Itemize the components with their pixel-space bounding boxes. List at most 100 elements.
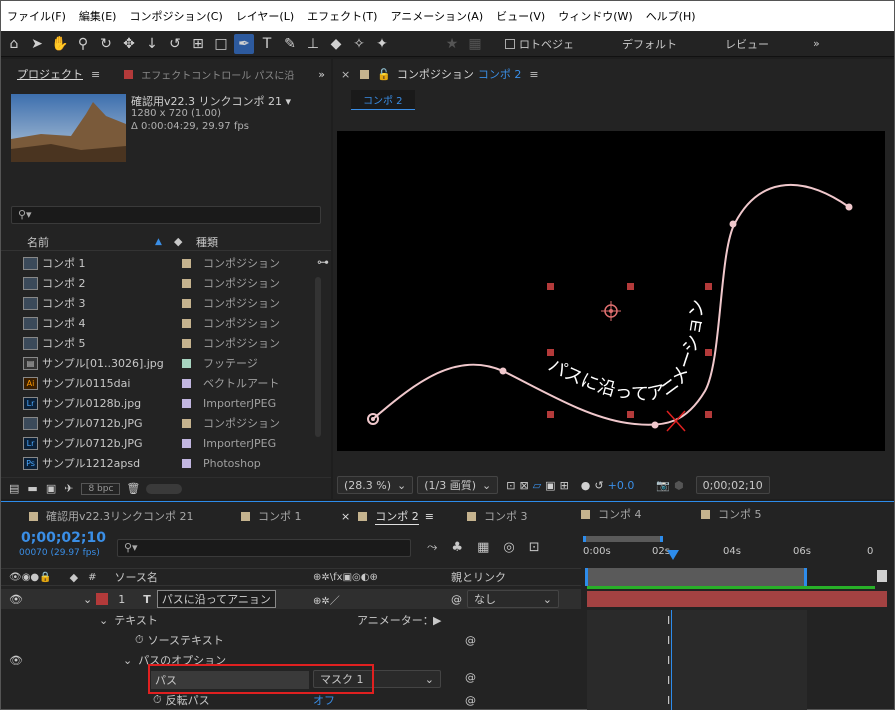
label-color[interactable] [182,338,191,348]
shape-tool-icon[interactable]: □ [211,34,231,54]
timeline-search-input[interactable]: ⚲▾ [117,539,411,557]
tab-effect-controls[interactable]: エフェクトコントロール パスに沿 [141,67,294,82]
project-item[interactable]: コンポ 4 コンポジション [1,313,311,333]
lock-icon[interactable]: 🔓 [377,68,391,81]
timeline-tab[interactable]: コンポ 3 [467,508,528,524]
stopwatch-icon[interactable]: ⏱ [135,633,144,647]
prop-reverse-path[interactable]: ⏱ 反転パス オフ @ [1,690,581,710]
new-comp-icon[interactable]: ▣ [46,482,56,495]
label-tag-icon[interactable]: ◆ [174,235,182,248]
close-icon[interactable]: × [341,510,350,523]
label-color[interactable] [182,418,191,428]
label-color[interactable] [182,318,191,328]
hand-tool-icon[interactable]: ✋ [50,34,70,54]
menu-animation[interactable]: アニメーション(A) [390,8,483,24]
comp-viewer[interactable]: パスに沿ってアニメーション [337,131,885,451]
panel-menu-icon[interactable]: ≡ [425,510,434,523]
region-of-interest-icon[interactable]: ▣ [545,479,555,492]
playhead-icon[interactable] [667,550,679,560]
menu-file[interactable]: ファイル(F) [7,8,66,24]
animator-add-icon[interactable]: ▶ [433,614,441,627]
tab-project[interactable]: プロジェクト [17,66,83,82]
overflow-icon[interactable]: » [318,68,325,81]
current-time-display[interactable]: 0;00;02;10 [695,476,770,494]
bounding-handle[interactable] [705,349,712,356]
panel-menu-icon[interactable]: ≡ [91,68,100,81]
animator-label[interactable]: アニメーター： [357,612,434,628]
workspace-default[interactable]: デフォルト [622,36,677,52]
column-source-name[interactable]: ソース名 [114,569,157,585]
zoom-handle-icon[interactable] [877,570,887,582]
menu-view[interactable]: ビュー(V) [496,8,545,24]
star-icon[interactable]: ★ [442,34,462,54]
label-color[interactable] [182,378,191,388]
selection-tool-icon[interactable]: ➤ [27,34,47,54]
project-item[interactable]: コンポ 1 コンポジション [1,253,311,273]
label-color[interactable] [182,458,191,468]
project-search-input[interactable]: ⚲▾ [11,206,321,224]
home-icon[interactable]: ⌂ [4,34,24,54]
workspace-more-icon[interactable]: » [813,37,820,50]
type-tool-icon[interactable]: T [257,34,277,54]
orbit-camera-icon[interactable]: ↻ [96,34,116,54]
project-item[interactable]: サンプル0712b.JPG コンポジション [1,413,311,433]
label-color[interactable] [182,398,191,408]
project-scrollbar[interactable] [315,277,321,437]
label-color[interactable] [182,438,191,448]
anchor-point-tool-icon[interactable]: ⊞ [188,34,208,54]
timeline-tab[interactable]: コンポ 5 [701,506,762,522]
adjust-icon[interactable]: ✈ [64,482,73,495]
layer-name-field[interactable]: パスに沿ってアニョン [156,590,276,608]
project-item[interactable]: Lr サンプル0128b.jpg ImporterJPEG [1,393,311,413]
prop-source-text[interactable]: ⏱ ソーステキスト @ [1,630,581,650]
menu-composition[interactable]: コンポジション(C) [129,8,222,24]
expand-chevron-icon[interactable]: ⌄ [99,614,108,627]
path-vertex[interactable] [651,421,659,429]
menu-help[interactable]: ヘルプ(H) [646,8,696,24]
dolly-camera-icon[interactable]: ↓ [142,34,162,54]
time-ruler[interactable]: 0:00s 02s 04s 06s 0 [583,536,875,562]
brush-tool-icon[interactable]: ✎ [280,34,300,54]
project-item[interactable]: コンポ 2 コンポジション [1,273,311,293]
label-color[interactable] [182,258,191,268]
workspace-review[interactable]: レビュー [725,36,769,52]
trash-icon[interactable]: 🗑 [126,482,140,495]
menu-layer[interactable]: レイヤー(L) [236,8,294,24]
mask-visibility-icon[interactable]: ▱ [533,479,541,492]
motion-blur-icon[interactable]: ◎ [503,540,514,555]
layer-duration-bar[interactable] [587,591,887,607]
show-snapshot-icon[interactable]: ⬢ [674,479,684,492]
comp-flowchart-icon[interactable]: ⤳ [427,540,437,555]
bounding-handle[interactable] [705,283,712,290]
column-type[interactable]: 種類 [196,234,218,250]
project-item[interactable]: Ai サンプル0115dai ベクトルアート [1,373,311,393]
project-item[interactable]: コンポ 3 コンポジション [1,293,311,313]
flowchart-icon[interactable]: ⊶ [317,255,329,269]
project-item[interactable]: ▤ サンプル[01..3026].jpg フッテージ [1,353,311,373]
menu-window[interactable]: ウィンドウ(W) [558,8,632,24]
bit-depth-button[interactable]: 8 bpc [81,482,121,495]
eye-icon[interactable]: 👁 [9,593,23,606]
menu-effect[interactable]: エフェクト(T) [307,8,377,24]
transparency-grid-icon[interactable]: ⊠ [519,479,528,492]
bounding-handle[interactable] [705,411,712,418]
layer-row[interactable]: 👁 ⌄ 1 T パスに沿ってアニョン ⊕✲／ @ なし ⌄ [1,589,581,609]
fast-preview-icon[interactable]: ⊡ [506,479,515,492]
graph-editor-icon[interactable]: ⊡ [529,540,540,555]
bounding-handle[interactable] [627,411,634,418]
new-folder-icon[interactable]: ▬ [27,482,37,495]
eye-icon[interactable]: 👁 [9,654,23,667]
anchor-point-icon[interactable] [601,301,621,321]
label-color[interactable] [182,358,191,368]
draft-3d-icon[interactable]: ♣ [451,540,463,555]
menu-edit[interactable]: 編集(E) [79,8,117,24]
project-item[interactable]: Ps サンプル1212apsd Photoshop [1,453,311,473]
rotation-tool-icon[interactable]: ↺ [165,34,185,54]
close-icon[interactable]: × [341,68,350,81]
bounding-handle[interactable] [547,283,554,290]
eraser-tool-icon[interactable]: ◆ [326,34,346,54]
zoom-tool-icon[interactable]: ⚲ [73,34,93,54]
panel-menu-icon[interactable]: ≡ [529,68,538,81]
timeline-tab[interactable]: × コンポ 2 ≡ [341,508,434,525]
expression-pickwhip-icon[interactable]: @ [465,694,476,707]
